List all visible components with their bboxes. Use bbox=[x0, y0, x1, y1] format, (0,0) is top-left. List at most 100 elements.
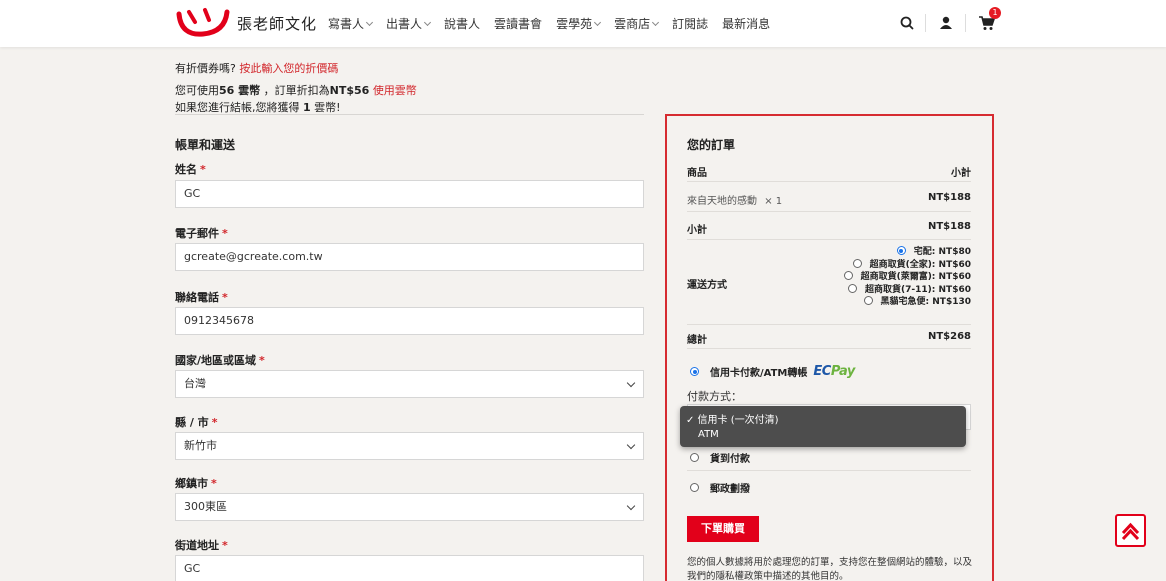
site-header: 張老師文化 寫書人 出書人 說書人 雲讀書會 雲學苑 雲商店 訂閱誌 最新消息 … bbox=[0, 0, 1166, 47]
col-product: 商品 bbox=[687, 168, 707, 179]
nav-item-storytellers[interactable]: 說書人 bbox=[444, 15, 480, 32]
divider bbox=[687, 324, 971, 325]
payment-option-cod[interactable]: 貨到付款 bbox=[690, 450, 750, 465]
chevron-down-icon bbox=[626, 440, 636, 450]
phone-field[interactable]: 0912345678 bbox=[175, 307, 644, 335]
county-label: 縣 / 市 * bbox=[175, 416, 218, 429]
divider bbox=[175, 114, 644, 115]
item-qty: × 1 bbox=[764, 196, 783, 207]
coupon-notice: 有折價券嗎? 按此輸入您的折價碼 bbox=[175, 60, 338, 76]
user-icon[interactable] bbox=[937, 14, 955, 32]
earn-text: 如果您進行結帳,您將獲得 bbox=[175, 101, 300, 114]
radio[interactable] bbox=[848, 284, 858, 293]
total-value: NT$268 bbox=[927, 331, 971, 342]
radio[interactable] bbox=[690, 453, 699, 462]
email-field[interactable]: gcreate@gcreate.com.tw bbox=[175, 243, 644, 271]
country-select[interactable]: 台灣 bbox=[175, 370, 644, 398]
payment-cod-label: 貨到付款 bbox=[710, 454, 750, 465]
use-points-link[interactable]: 使用雲幣 bbox=[373, 84, 417, 97]
coupon-prefix: 有折價券嗎? bbox=[175, 62, 236, 75]
divider bbox=[687, 211, 971, 212]
phone-label: 聯絡電話 * bbox=[175, 291, 228, 304]
radio[interactable] bbox=[852, 259, 862, 268]
nav-item-writers[interactable]: 寫書人 bbox=[328, 15, 374, 32]
privacy-notice: 您的個人數據將用於處理您的訂單，支持您在整個網站的體驗，以及我們的隱私權政策中描… bbox=[687, 557, 973, 581]
chevron-down-icon bbox=[626, 378, 636, 388]
header-divider bbox=[965, 14, 966, 32]
payment-option-postal[interactable]: 郵政劃撥 bbox=[690, 480, 750, 495]
item-name: 來自天地的感動 bbox=[687, 196, 757, 207]
payment-method-label: 付款方式： bbox=[687, 390, 742, 403]
points-amount: 56 雲幣 bbox=[219, 84, 261, 97]
radio[interactable] bbox=[690, 483, 699, 492]
dropdown-option-atm[interactable]: ATM bbox=[698, 429, 719, 440]
chevron-down-icon bbox=[365, 18, 374, 26]
email-label: 電子郵件 * bbox=[175, 227, 228, 240]
coupon-link[interactable]: 按此輸入您的折價碼 bbox=[239, 62, 338, 75]
col-subtotal: 小計 bbox=[951, 168, 971, 179]
search-icon[interactable] bbox=[898, 14, 916, 32]
points-notice: 您可使用56 雲幣 ，訂單折扣為NT$56 使用雲幣 bbox=[175, 82, 417, 98]
divider bbox=[687, 348, 971, 349]
chevron-down-icon bbox=[626, 501, 636, 511]
radio[interactable] bbox=[863, 296, 873, 305]
nav-item-subscription[interactable]: 訂閱誌 bbox=[672, 15, 708, 32]
country-label: 國家/地區或區域 * bbox=[175, 354, 265, 367]
earn-suffix: 雲幣! bbox=[314, 101, 341, 114]
ecpay-logo: ECPay bbox=[813, 364, 855, 379]
shipping-option-tcat[interactable]: 黑貓宅急便: NT$130 bbox=[863, 294, 971, 307]
cart-count-badge: 1 bbox=[989, 7, 1001, 19]
header-divider bbox=[925, 14, 926, 32]
scroll-to-top-button[interactable] bbox=[1115, 514, 1146, 547]
order-item-row: 來自天地的感動 × 1 NT$188 bbox=[687, 192, 971, 207]
total-row: 總計 NT$268 bbox=[687, 331, 971, 346]
shipping-option-home[interactable]: 宅配: NT$80 bbox=[896, 244, 971, 257]
nav-item-news[interactable]: 最新消息 bbox=[722, 15, 770, 32]
order-header-row: 商品 小計 bbox=[687, 164, 971, 179]
dropdown-option-credit-one-time[interactable]: ✓ 信用卡 (一次付清) bbox=[686, 411, 779, 426]
points-discount: NT$56 bbox=[329, 84, 370, 97]
radio-selected[interactable] bbox=[896, 246, 906, 255]
chevron-down-icon bbox=[594, 18, 602, 26]
payment-postal-label: 郵政劃撥 bbox=[710, 484, 750, 495]
divider bbox=[687, 470, 971, 471]
payment-method-dropdown: ✓ 信用卡 (一次付清) ATM bbox=[680, 406, 966, 447]
chevron-down-icon bbox=[652, 18, 660, 26]
name-field[interactable]: GC bbox=[175, 180, 644, 208]
order-title: 您的訂單 bbox=[687, 138, 736, 152]
logo-icon bbox=[176, 8, 230, 37]
item-price: NT$188 bbox=[927, 192, 971, 203]
address-field[interactable]: GC bbox=[175, 555, 644, 581]
radio[interactable] bbox=[843, 271, 853, 280]
divider bbox=[687, 181, 971, 182]
chevron-up-icon bbox=[1121, 522, 1140, 541]
place-order-button[interactable]: 下單購買 bbox=[687, 516, 759, 542]
total-label: 總計 bbox=[687, 335, 707, 346]
subtotal-label: 小計 bbox=[687, 225, 707, 236]
name-label: 姓名 * bbox=[175, 163, 206, 176]
points-text-b: ，訂單折扣為 bbox=[263, 84, 330, 97]
town-select[interactable]: 300東區 bbox=[175, 493, 644, 521]
payment-credit-label: 信用卡付款/ATM轉帳 bbox=[710, 368, 808, 379]
main-nav: 寫書人 出書人 說書人 雲讀書會 雲學苑 雲商店 訂閱誌 最新消息 bbox=[328, 0, 784, 47]
logo-text: 張老師文化 bbox=[237, 14, 318, 33]
earn-amount: 1 bbox=[303, 101, 311, 114]
logo[interactable]: 張老師文化 bbox=[175, 6, 317, 40]
payment-option-credit[interactable]: 信用卡付款/ATM轉帳 ECPay bbox=[690, 364, 855, 379]
nav-item-publishers[interactable]: 出書人 bbox=[386, 15, 432, 32]
billing-title: 帳單和運送 bbox=[175, 138, 236, 152]
nav-item-store[interactable]: 雲商店 bbox=[614, 15, 660, 32]
chevron-down-icon bbox=[423, 18, 432, 26]
earn-notice: 如果您進行結帳,您將獲得 1 雲幣! bbox=[175, 99, 341, 115]
nav-item-book-club[interactable]: 雲讀書會 bbox=[494, 15, 542, 32]
town-label: 鄉鎮市 * bbox=[175, 477, 217, 490]
divider bbox=[687, 239, 971, 240]
radio-selected[interactable] bbox=[690, 367, 699, 376]
points-text: 您可使用 bbox=[175, 84, 219, 97]
nav-item-academy[interactable]: 雲學苑 bbox=[556, 15, 602, 32]
subtotal-row: 小計 NT$188 bbox=[687, 221, 971, 236]
address-label: 街道地址 * bbox=[175, 539, 228, 552]
shipping-option-hilife[interactable]: 超商取貨(萊爾富): NT$60 bbox=[843, 269, 971, 282]
county-select[interactable]: 新竹市 bbox=[175, 432, 644, 460]
subtotal-value: NT$188 bbox=[927, 221, 971, 232]
